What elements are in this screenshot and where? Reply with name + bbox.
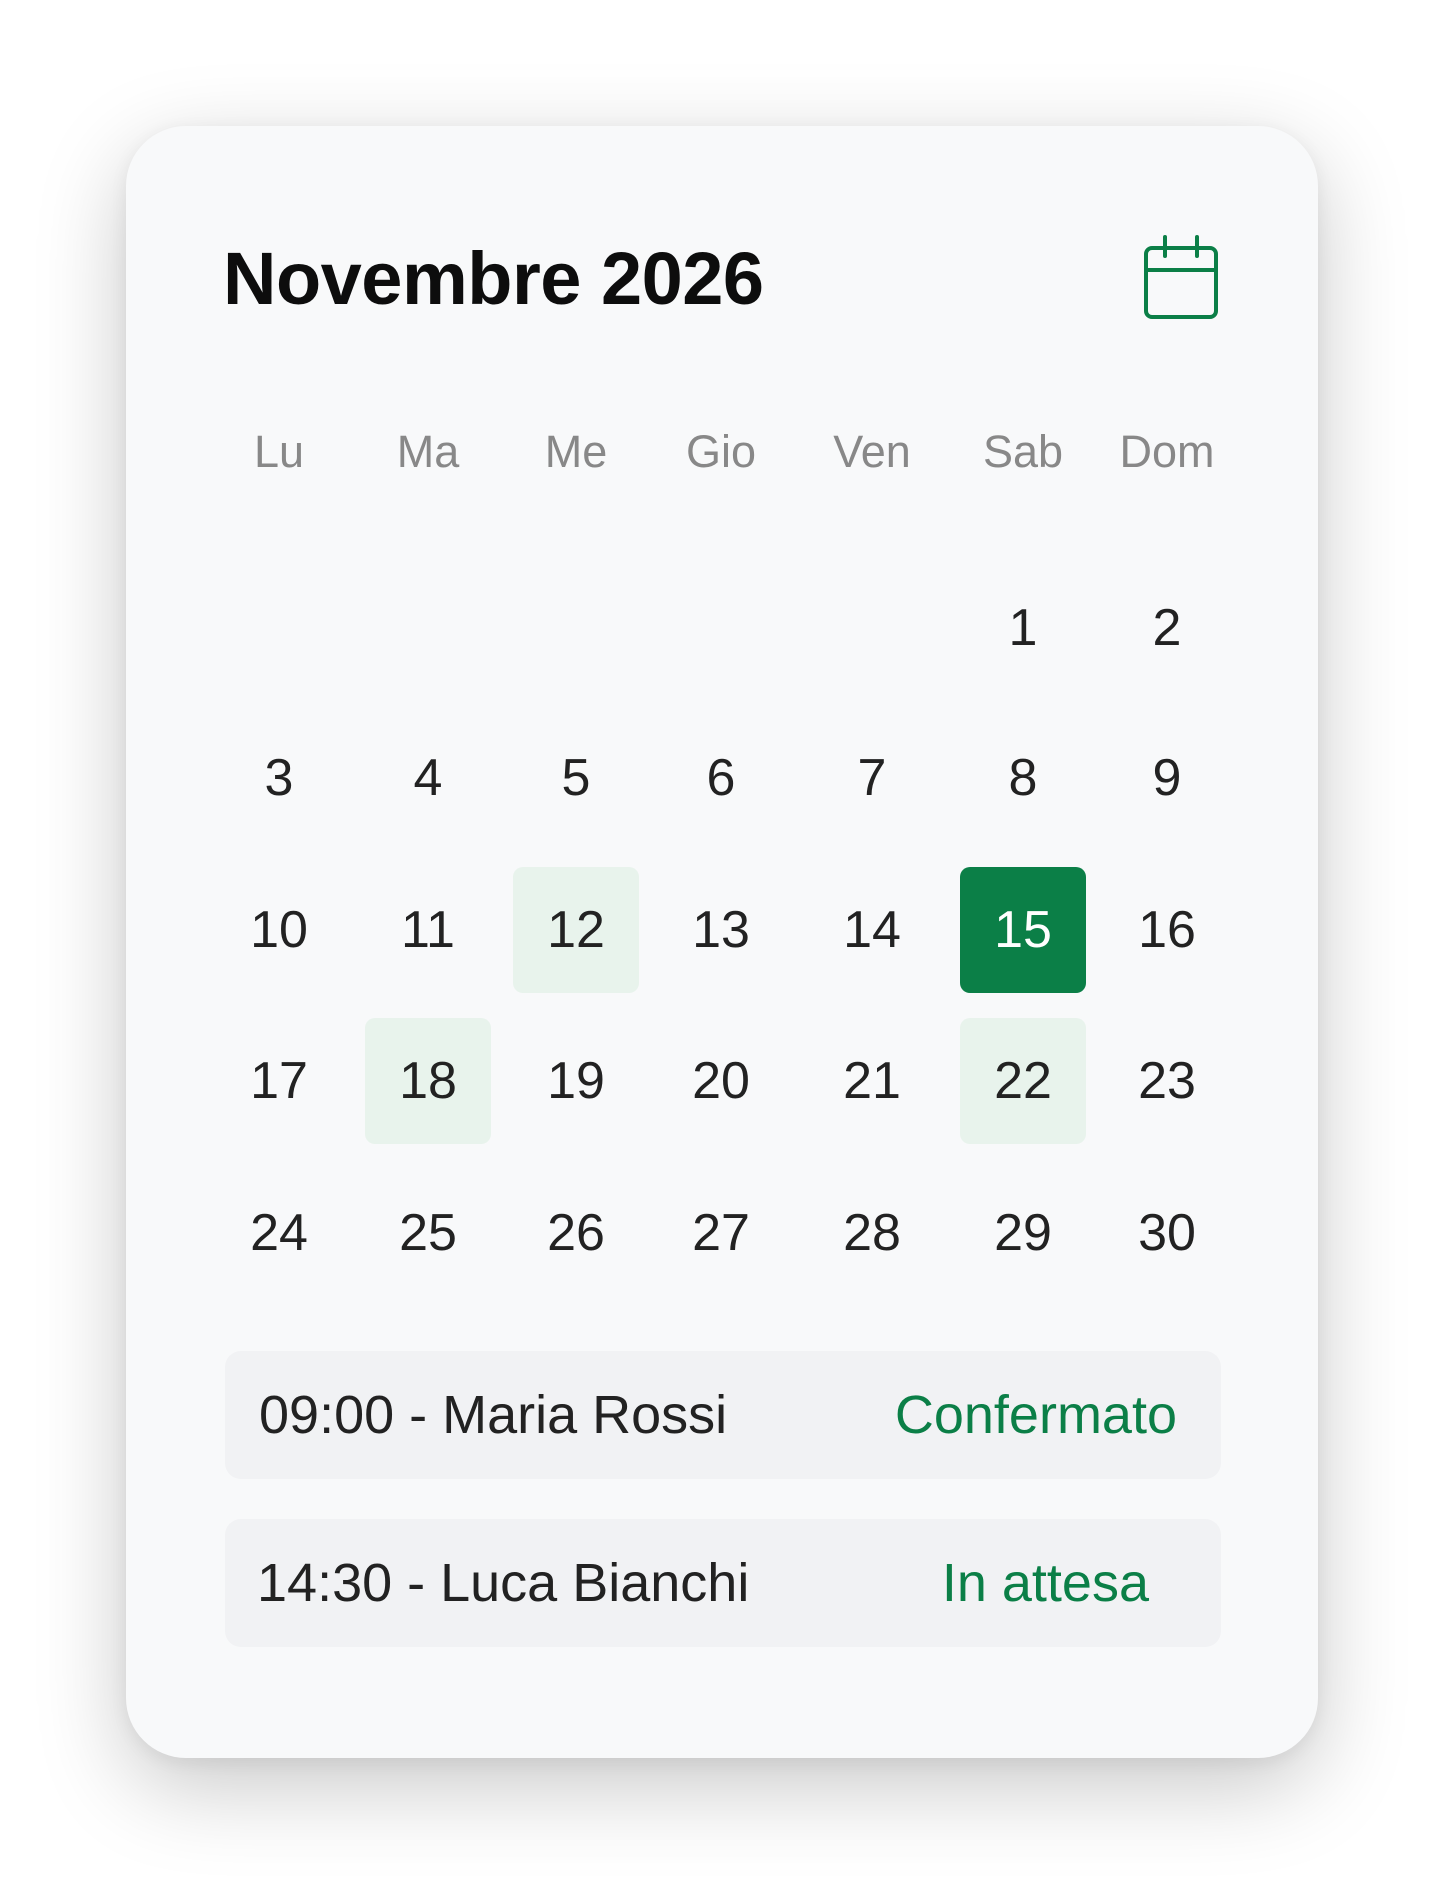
day-cell[interactable]: 29	[960, 1170, 1086, 1296]
calendar-card: Novembre 2026 Lu Ma Me Gio Ven Sab Dom 1234567…	[126, 126, 1318, 1758]
day-cell[interactable]: 2	[1104, 565, 1230, 691]
day-cell[interactable]: 9	[1104, 715, 1230, 841]
appointment-status: In attesa	[941, 1553, 1149, 1613]
day-cell[interactable]: 16	[1104, 867, 1230, 993]
month-title: Novembre 2026	[223, 237, 764, 320]
day-cell[interactable]: 26	[513, 1170, 639, 1296]
day-cell-selected[interactable]: 15	[960, 867, 1086, 993]
day-cell[interactable]: 21	[809, 1018, 935, 1144]
weekday-label: Gio	[685, 426, 757, 477]
weekday-label: Dom	[1119, 426, 1215, 477]
day-cell[interactable]: 22	[960, 1018, 1086, 1144]
day-cell[interactable]: 28	[809, 1170, 935, 1296]
appointment-item[interactable]: 14:30 - Luca Bianchi In attesa	[225, 1519, 1221, 1647]
day-cell[interactable]: 19	[513, 1018, 639, 1144]
weekday-label: Ma	[396, 426, 460, 477]
day-cell[interactable]: 3	[216, 715, 342, 841]
day-cell[interactable]: 4	[365, 715, 491, 841]
day-cell[interactable]: 18	[365, 1018, 491, 1144]
day-cell[interactable]: 5	[513, 715, 639, 841]
weekday-label: Ven	[833, 426, 911, 477]
day-cell[interactable]: 30	[1104, 1170, 1230, 1296]
day-cell[interactable]: 11	[365, 867, 491, 993]
day-cell[interactable]: 6	[658, 715, 784, 841]
day-cell[interactable]: 13	[658, 867, 784, 993]
day-cell[interactable]: 25	[365, 1170, 491, 1296]
day-cell[interactable]: 10	[216, 867, 342, 993]
day-cell[interactable]: 27	[658, 1170, 784, 1296]
weekday-label: Me	[544, 426, 608, 477]
weekday-label: Sab	[982, 426, 1064, 477]
calendar-icon[interactable]	[1141, 234, 1221, 322]
day-cell[interactable]: 1	[960, 565, 1086, 691]
day-cell[interactable]: 17	[216, 1018, 342, 1144]
day-cell[interactable]: 23	[1104, 1018, 1230, 1144]
weekday-label: Lu	[253, 426, 305, 477]
day-cell[interactable]: 12	[513, 867, 639, 993]
day-cell[interactable]: 8	[960, 715, 1086, 841]
appointment-status: Confermato	[894, 1385, 1177, 1445]
day-cell[interactable]: 14	[809, 867, 935, 993]
day-cell[interactable]: 24	[216, 1170, 342, 1296]
appointment-text: 14:30 - Luca Bianchi	[257, 1553, 750, 1613]
day-cell[interactable]: 7	[809, 715, 935, 841]
appointment-text: 09:00 - Maria Rossi	[259, 1385, 728, 1445]
appointment-item[interactable]: 09:00 - Maria Rossi Confermato	[225, 1351, 1221, 1479]
day-cell[interactable]: 20	[658, 1018, 784, 1144]
